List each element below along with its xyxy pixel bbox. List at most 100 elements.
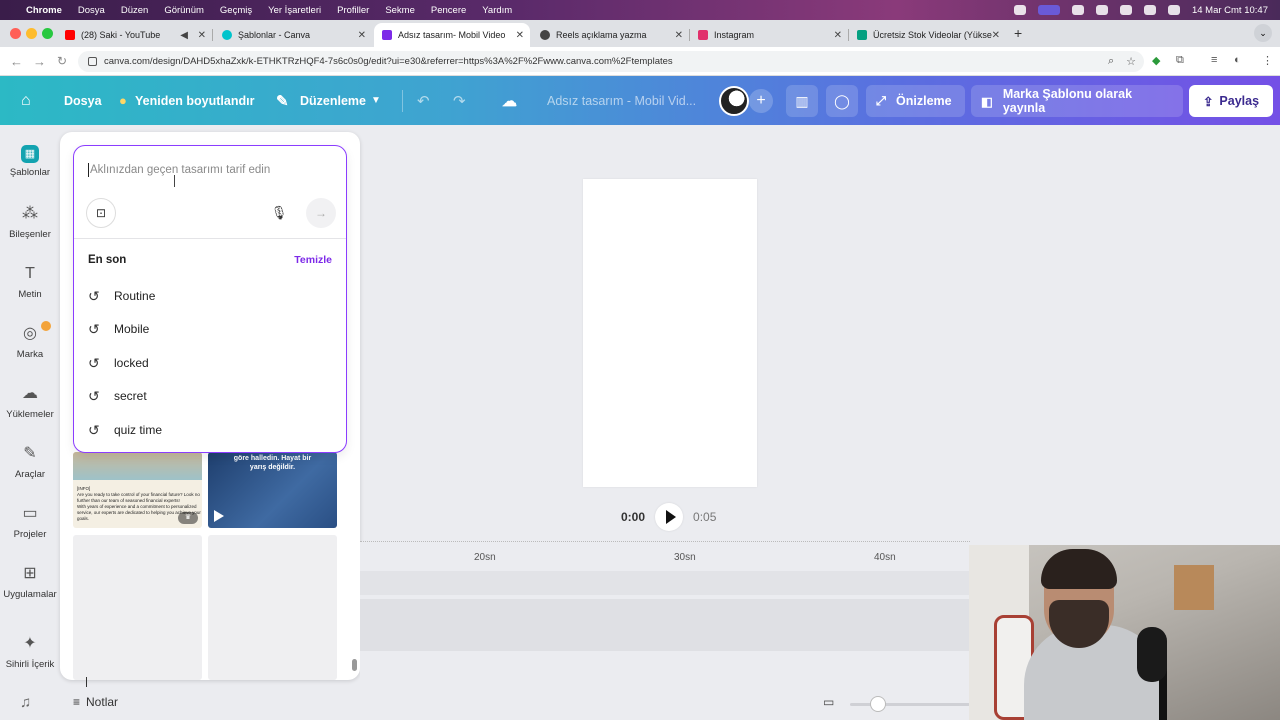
recent-search-item[interactable]: ↺ Routine [88, 286, 155, 306]
zoom-icon[interactable]: ⌕ [1108, 55, 1114, 68]
site-info-icon[interactable] [88, 57, 97, 66]
template-thumbnail[interactable]: göre halledin. Hayat bir yarış değildir. [208, 452, 337, 528]
template-thumbnail-loading[interactable] [73, 535, 202, 680]
home-icon[interactable]: ⌂ [21, 76, 31, 125]
menu-help[interactable]: Yardım [482, 5, 512, 16]
menu-view[interactable]: Görünüm [164, 5, 204, 16]
share-button[interactable]: ⇪ Paylaş [1189, 85, 1273, 117]
notes-button[interactable]: ≡ Notlar [73, 695, 118, 709]
reload-icon[interactable]: ↻ [57, 54, 67, 68]
extension-icon[interactable]: ◆ [1152, 54, 1160, 67]
tab-youtube[interactable]: (28) Saki - YouTube ◀︎ ✕ [57, 23, 213, 47]
profile-icon[interactable]: ◐ [1234, 54, 1241, 66]
close-icon[interactable]: ✕ [992, 30, 1000, 41]
file-menu[interactable]: Dosya [64, 76, 102, 125]
menu-edit[interactable]: Düzen [121, 5, 148, 16]
comment-icon[interactable]: ◯ [826, 85, 858, 117]
zoom-slider-handle[interactable] [870, 696, 886, 712]
status-icon[interactable] [1013, 5, 1026, 15]
sidebar-item-projects[interactable]: ▭ Projeler [0, 503, 60, 540]
close-icon[interactable]: ✕ [834, 30, 842, 41]
undo-icon[interactable]: ↶ [417, 76, 430, 125]
timeline-track[interactable] [360, 599, 970, 651]
zoom-window-button[interactable] [42, 28, 53, 39]
send-arrow-icon[interactable]: → [306, 198, 336, 228]
sidebar-item-magic[interactable]: ✦ Sihirli İçerik [0, 633, 60, 670]
cloud-saved-icon[interactable]: ☁ [502, 76, 517, 125]
sidebar-item-apps[interactable]: ⊞ Uygulamalar [0, 563, 60, 600]
menu-file[interactable]: Dosya [78, 5, 105, 16]
design-title[interactable]: Adsız tasarım - Mobil Vid... [547, 76, 696, 125]
close-icon[interactable]: ✕ [675, 30, 683, 41]
insights-chart-icon[interactable]: ▥ [786, 85, 818, 117]
new-tab-button[interactable]: + [1014, 25, 1022, 41]
menu-bookmarks[interactable]: Yer İşaretleri [268, 5, 321, 16]
clock[interactable]: 14 Mar Cmt 10:47 [1192, 5, 1268, 16]
status-icon[interactable] [1071, 5, 1084, 15]
recent-search-item[interactable]: ↺ Mobile [88, 319, 149, 339]
invite-plus-icon[interactable]: + [749, 89, 773, 113]
design-prompt-input[interactable]: Aklınızdan geçen tasarımı tarif edin [88, 163, 328, 177]
forward-icon[interactable]: → [33, 54, 46, 69]
play-button[interactable] [655, 503, 684, 531]
video-icon [382, 30, 392, 40]
tab-stock-videos[interactable]: Ücretsiz Stok Videolar (Yükse ✕ [849, 23, 1006, 47]
battery-icon[interactable] [1095, 5, 1108, 15]
search-icon[interactable] [1143, 5, 1156, 15]
music-icon[interactable]: ♫ [20, 694, 31, 711]
screen-record-icon[interactable] [1037, 5, 1060, 15]
menu-window[interactable]: Pencere [431, 5, 466, 16]
minimize-window-button[interactable] [26, 28, 37, 39]
menu-history[interactable]: Geçmiş [220, 5, 252, 16]
recent-search-item[interactable]: ↺ secret [88, 386, 147, 406]
brand-icon: ◎ [23, 325, 37, 342]
tab-reels[interactable]: Reels açıklama yazma ✕ [532, 23, 690, 47]
tab-canva-templates[interactable]: Şablonlar - Canva ✕ [214, 23, 372, 47]
template-thumbnail-loading[interactable] [208, 535, 337, 680]
more-menu-icon[interactable]: ⋮ [1262, 54, 1273, 67]
screen-icon[interactable]: ▭ [823, 695, 834, 709]
design-page[interactable] [583, 179, 757, 487]
close-icon[interactable]: ✕ [198, 30, 206, 41]
sidebar-item-brand[interactable]: ◎ Marka [0, 321, 60, 360]
tab-instagram[interactable]: Instagram ✕ [690, 23, 849, 47]
back-icon[interactable]: ← [10, 54, 23, 69]
menu-tab[interactable]: Sekme [385, 5, 415, 16]
edit-mode-button[interactable]: Düzenleme [300, 76, 366, 125]
wifi-icon[interactable] [1119, 5, 1132, 15]
preview-button[interactable]: ⤢ Önizleme [866, 85, 965, 117]
recent-search-item[interactable]: ↺ locked [88, 353, 149, 373]
sidebar-item-tools[interactable]: ✎ Araçlar [0, 443, 60, 480]
resize-button[interactable]: Yeniden boyutlandır [135, 76, 254, 125]
avatar[interactable] [719, 86, 749, 116]
bookmark-star-icon[interactable]: ☆ [1126, 55, 1136, 68]
url-field[interactable]: canva.com/design/DAHD5xhaZxk/k-ETHKTRzHQ… [78, 51, 1144, 72]
clear-recent-button[interactable]: Temizle [294, 254, 332, 266]
microphone-icon[interactable]: 🎙︎ [264, 198, 294, 228]
sidebar-item-templates[interactable]: ▦ Şablonlar [0, 145, 60, 178]
media-icon[interactable]: ≡ [1211, 54, 1217, 66]
timeline-track[interactable] [360, 571, 970, 595]
menu-chrome[interactable]: Chrome [26, 5, 62, 16]
sidebar-item-uploads[interactable]: ☁ Yüklemeler [0, 383, 60, 420]
close-window-button[interactable] [10, 28, 21, 39]
speaker-icon[interactable]: ◀︎ [180, 30, 188, 41]
zoom-slider-track[interactable] [850, 703, 970, 706]
template-thumbnail[interactable]: [INFO] Are you ready to take control of … [73, 452, 202, 528]
add-image-icon[interactable]: ⊡ [86, 198, 116, 228]
menu-profiles[interactable]: Profiller [337, 5, 369, 16]
panel-scrollbar[interactable] [352, 659, 357, 671]
timeline-playhead[interactable] [86, 677, 87, 687]
sidebar-item-text[interactable]: T Metin [0, 263, 60, 300]
chevron-down-icon[interactable]: ▼ [371, 76, 381, 125]
sidebar-item-elements[interactable]: ⁂ Bileşenler [0, 203, 60, 240]
extensions-puzzle-icon[interactable]: ⧉ [1176, 54, 1184, 67]
publish-brand-template-button[interactable]: ◧ Marka Şablonu olarak yayınla [971, 85, 1183, 117]
close-icon[interactable]: ✕ [516, 30, 524, 41]
tab-search-button[interactable]: ⌄ [1254, 24, 1272, 42]
recent-search-item[interactable]: ↺ quiz time [88, 420, 162, 440]
control-center-icon[interactable] [1167, 5, 1180, 15]
redo-icon[interactable]: ↷ [453, 76, 466, 125]
tab-canva-design[interactable]: Adsız tasarım- Mobil Video ✕ [374, 23, 530, 47]
close-icon[interactable]: ✕ [358, 30, 366, 41]
